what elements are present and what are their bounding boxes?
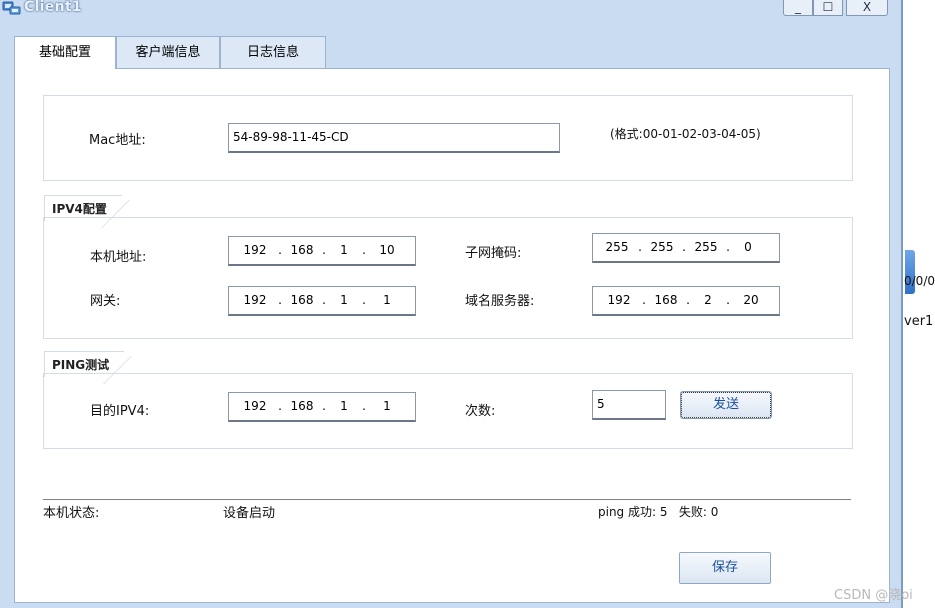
- send-button[interactable]: 发送: [680, 391, 772, 419]
- ip-octet: 255: [694, 240, 718, 254]
- tab-basic-config[interactable]: 基础配置: [14, 36, 116, 69]
- ping-result-text: ping 成功: 5 失败: 0: [598, 505, 719, 519]
- ip-octet: 1: [340, 399, 348, 413]
- ip-octet: 1: [383, 399, 391, 413]
- ping-group: 目的IPV4: 192. 168. 1. 1 次数: 5 发送: [43, 373, 853, 449]
- tab-log-info[interactable]: 日志信息: [220, 36, 326, 68]
- subnet-mask-label: 子网掩码:: [465, 246, 522, 261]
- save-button[interactable]: 保存: [679, 552, 771, 584]
- app-icon: [2, 0, 22, 16]
- ip-octet: 10: [379, 243, 395, 257]
- ip-dot: .: [278, 243, 282, 257]
- ip-dot: .: [362, 243, 366, 257]
- background-canvas: [905, 0, 935, 608]
- local-address-label: 本机地址:: [90, 250, 147, 265]
- mac-group: Mac地址: 54-89-98-11-45-CD (格式:00-01-02-03…: [43, 95, 853, 181]
- maximize-button[interactable]: ☐: [813, 0, 843, 16]
- ip-dot: .: [726, 293, 730, 307]
- watermark: CSDN @晓oi: [834, 588, 913, 603]
- ip-octet: 168: [290, 293, 314, 307]
- ip-octet: 1: [340, 243, 348, 257]
- ipv4-group: 本机地址: 192. 168. 1. 10 子网掩码: 255. 255. 25…: [43, 217, 853, 339]
- ip-dot: .: [278, 399, 282, 413]
- port-label: 0/0/0: [904, 274, 935, 288]
- client-window: Client1 _ ☐ X 基础配置 客户端信息 日志信息 Mac地址: 54-…: [0, 0, 903, 608]
- dns-label: 域名服务器:: [465, 294, 535, 309]
- device-label: ver1: [904, 314, 934, 329]
- tab-client-info[interactable]: 客户端信息: [116, 36, 220, 68]
- ip-octet: 255: [650, 240, 674, 254]
- mac-format-hint: (格式:00-01-02-03-04-05): [610, 127, 761, 141]
- ip-dot: .: [686, 293, 690, 307]
- gateway-label: 网关:: [90, 294, 121, 309]
- ip-octet: 0: [744, 240, 752, 254]
- basic-config-panel: Mac地址: 54-89-98-11-45-CD (格式:00-01-02-03…: [14, 68, 890, 603]
- ip-octet: 1: [383, 293, 391, 307]
- ip-dot: .: [278, 293, 282, 307]
- minimize-button[interactable]: _: [783, 0, 813, 16]
- ip-octet: 192: [243, 399, 267, 413]
- status-divider: [43, 499, 851, 500]
- ip-dot: .: [642, 293, 646, 307]
- ip-dot: .: [322, 293, 326, 307]
- ping-dest-label: 目的IPV4:: [90, 404, 150, 419]
- ip-octet: 168: [654, 293, 678, 307]
- ip-octet: 192: [243, 243, 267, 257]
- title-bar[interactable]: Client1 _ ☐ X: [0, 0, 901, 18]
- subnet-mask-input[interactable]: 255. 255. 255. 0: [592, 233, 780, 263]
- mac-label: Mac地址:: [89, 133, 146, 148]
- device-status-label: 本机状态:: [43, 506, 100, 521]
- ip-octet: 1: [340, 293, 348, 307]
- ip-octet: 20: [743, 293, 759, 307]
- window-title: Client1: [24, 0, 82, 15]
- gateway-input[interactable]: 192. 168. 1. 1: [228, 286, 416, 316]
- ip-dot: .: [362, 399, 366, 413]
- ip-dot: .: [726, 240, 730, 254]
- ip-octet: 192: [607, 293, 631, 307]
- ping-count-label: 次数:: [465, 404, 496, 419]
- ping-count-input[interactable]: 5: [592, 390, 666, 420]
- ip-octet: 2: [704, 293, 712, 307]
- ping-dest-input[interactable]: 192. 168. 1. 1: [228, 392, 416, 422]
- ip-dot: .: [322, 399, 326, 413]
- ip-octet: 168: [290, 243, 314, 257]
- ip-dot: .: [638, 240, 642, 254]
- mac-input[interactable]: 54-89-98-11-45-CD: [228, 123, 560, 153]
- dns-input[interactable]: 192. 168. 2. 20: [592, 286, 780, 316]
- ip-dot: .: [682, 240, 686, 254]
- ip-dot: .: [362, 293, 366, 307]
- ip-octet: 255: [605, 240, 629, 254]
- ip-octet: 192: [243, 293, 267, 307]
- local-address-input[interactable]: 192. 168. 1. 10: [228, 236, 416, 266]
- close-button[interactable]: X: [846, 0, 888, 16]
- device-status-value: 设备启动: [223, 506, 276, 521]
- ip-dot: .: [322, 243, 326, 257]
- ip-octet: 168: [290, 399, 314, 413]
